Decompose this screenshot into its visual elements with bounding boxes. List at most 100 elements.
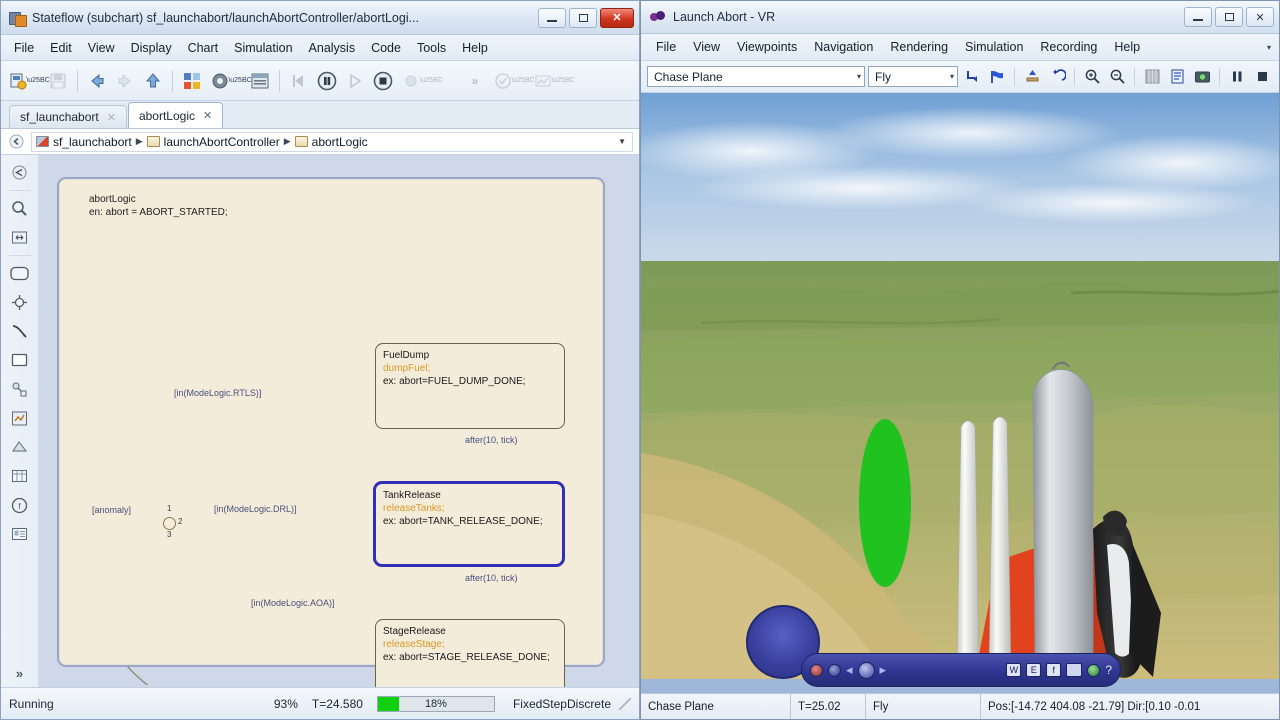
annotation-icon[interactable] <box>6 521 34 548</box>
chevron-down-icon: ▾ <box>949 72 954 81</box>
zoom-icon[interactable] <box>6 195 34 222</box>
menu-simulation[interactable]: Simulation <box>227 38 299 58</box>
model-configuration-caret-icon[interactable]: \u25BC <box>228 68 251 94</box>
breadcrumb-field[interactable]: sf_launchabort ▶ launchAbortController ▶… <box>31 131 633 152</box>
menu-view[interactable]: View <box>81 38 122 58</box>
nav-left-arrow[interactable]: ◂ <box>846 662 853 678</box>
pause-icon[interactable] <box>1226 66 1248 88</box>
vr-menu-file[interactable]: File <box>649 37 683 57</box>
maximize-button[interactable] <box>569 7 597 28</box>
nav-help-button[interactable]: ? <box>1105 663 1112 677</box>
box-icon[interactable] <box>6 347 34 374</box>
viewpoint-select[interactable]: Chase Plane ▾ <box>647 66 865 87</box>
step-back-icon[interactable] <box>286 68 312 94</box>
zoom-out-icon[interactable] <box>1106 66 1128 88</box>
menu-tools[interactable]: Tools <box>410 38 453 58</box>
nav-key-e[interactable]: E <box>1026 663 1042 677</box>
navigation-mode-select[interactable]: Fly ▾ <box>868 66 958 87</box>
run-icon[interactable] <box>342 68 368 94</box>
vr-scene-viewport[interactable]: ◂ ▸ W E f ? <box>641 93 1279 693</box>
save-icon[interactable] <box>45 68 71 94</box>
chevron-down-icon[interactable]: ▼ <box>618 137 628 146</box>
model-configuration-icon[interactable] <box>207 68 233 94</box>
resize-grip-icon[interactable] <box>619 697 631 710</box>
maximize-button[interactable] <box>1215 7 1243 27</box>
capture-frame-icon[interactable] <box>1191 66 1213 88</box>
undo-move-icon[interactable] <box>1046 66 1068 88</box>
state-stage-release[interactable]: StageRelease releaseStage; ex: abort=STA… <box>375 619 565 687</box>
more-palette-icon[interactable]: » <box>6 660 34 687</box>
back-arrow-icon[interactable] <box>7 133 25 151</box>
nav-status-icon[interactable] <box>1087 663 1101 677</box>
nav-exit-icon[interactable] <box>810 663 823 677</box>
build-caret-icon[interactable]: \u25BC <box>419 68 442 94</box>
menu-chart[interactable]: Chart <box>181 38 226 58</box>
fit-to-view-icon[interactable] <box>6 224 34 251</box>
tab-abortlogic[interactable]: abortLogic ✕ <box>127 102 224 128</box>
tab-sf-launchabort[interactable]: sf_launchabort ✕ <box>9 105 127 128</box>
state-icon[interactable] <box>6 260 34 287</box>
zoom-in-icon[interactable] <box>1081 66 1103 88</box>
chart-canvas[interactable]: abortLogic en: abort = ABORT_STARTED; 1 … <box>39 155 639 687</box>
vr-menu-rendering[interactable]: Rendering <box>883 37 955 57</box>
close-button[interactable]: ✕ <box>600 7 634 28</box>
menu-file[interactable]: File <box>7 38 41 58</box>
pan-icon[interactable] <box>6 159 34 186</box>
function-icon[interactable] <box>6 376 34 403</box>
nav-panel-icon[interactable] <box>1066 663 1083 677</box>
matlab-function-icon[interactable]: f <box>6 492 34 519</box>
breadcrumb-item-model[interactable]: sf_launchabort <box>53 135 132 149</box>
more-icon[interactable]: » <box>462 68 488 94</box>
model-advisor-caret-icon[interactable]: \u25BC <box>511 68 534 94</box>
nav-viewpoint-icon[interactable] <box>828 663 841 677</box>
forward-icon[interactable] <box>112 68 138 94</box>
close-button[interactable]: ✕ <box>1246 7 1274 27</box>
set-viewpoint-icon[interactable] <box>986 66 1008 88</box>
menu-help[interactable]: Help <box>455 38 495 58</box>
back-icon[interactable] <box>84 68 110 94</box>
vr-menu-viewpoints[interactable]: Viewpoints <box>730 37 804 57</box>
vr-menu-recording[interactable]: Recording <box>1033 37 1104 57</box>
up-icon[interactable] <box>140 68 166 94</box>
stop-icon[interactable] <box>370 68 396 94</box>
menu-display[interactable]: Display <box>124 38 179 58</box>
menu-analysis[interactable]: Analysis <box>302 38 363 58</box>
decision-junction[interactable] <box>163 517 176 530</box>
menu-edit[interactable]: Edit <box>43 38 79 58</box>
vr-menu-navigation[interactable]: Navigation <box>807 37 880 57</box>
nav-right-arrow[interactable]: ▸ <box>880 662 887 678</box>
tab-close-icon[interactable]: ✕ <box>203 109 212 122</box>
simulink-function-icon[interactable] <box>6 434 34 461</box>
model-explorer-icon[interactable] <box>247 68 273 94</box>
straighten-icon[interactable] <box>961 66 983 88</box>
copy-to-clipboard-icon[interactable] <box>1166 66 1188 88</box>
tab-close-icon[interactable]: ✕ <box>107 111 116 124</box>
nav-center-icon[interactable] <box>857 661 875 679</box>
truth-table-icon[interactable] <box>6 463 34 490</box>
pause-icon[interactable] <box>314 68 340 94</box>
minimize-button[interactable] <box>538 7 566 28</box>
history-junction-icon[interactable] <box>6 289 34 316</box>
stop-icon[interactable] <box>1251 66 1273 88</box>
state-fuel-dump[interactable]: FuelDump dumpFuel; ex: abort=FUEL_DUMP_D… <box>375 343 565 429</box>
vr-menu-view[interactable]: View <box>686 37 727 57</box>
breadcrumb-item-controller[interactable]: launchAbortController <box>164 135 280 149</box>
nav-key-w[interactable]: W <box>1006 663 1022 677</box>
menu-overflow-icon[interactable]: ▾ <box>1267 43 1279 52</box>
minimize-button[interactable] <box>1184 7 1212 27</box>
graphical-function-icon[interactable] <box>6 405 34 432</box>
data-inspector-caret-icon[interactable]: \u25BC <box>551 68 574 94</box>
menu-code[interactable]: Code <box>364 38 408 58</box>
new-model-caret-icon[interactable]: \u25BC <box>26 68 49 94</box>
state-tank-release[interactable]: TankRelease releaseTanks; ex: abort=TANK… <box>373 481 565 567</box>
vr-menu-help[interactable]: Help <box>1107 37 1147 57</box>
breadcrumb-item-abortlogic[interactable]: abortLogic <box>312 135 368 149</box>
library-browser-icon[interactable] <box>179 68 205 94</box>
reset-viewpoint-icon[interactable] <box>1021 66 1043 88</box>
transition-icon[interactable] <box>6 318 34 345</box>
new-model-icon[interactable] <box>5 68 31 94</box>
navigation-panel[interactable]: ◂ ▸ W E f ? <box>801 653 1121 687</box>
nav-key-f[interactable]: f <box>1046 663 1062 677</box>
vr-menu-simulation[interactable]: Simulation <box>958 37 1030 57</box>
render-mode-icon[interactable] <box>1141 66 1163 88</box>
